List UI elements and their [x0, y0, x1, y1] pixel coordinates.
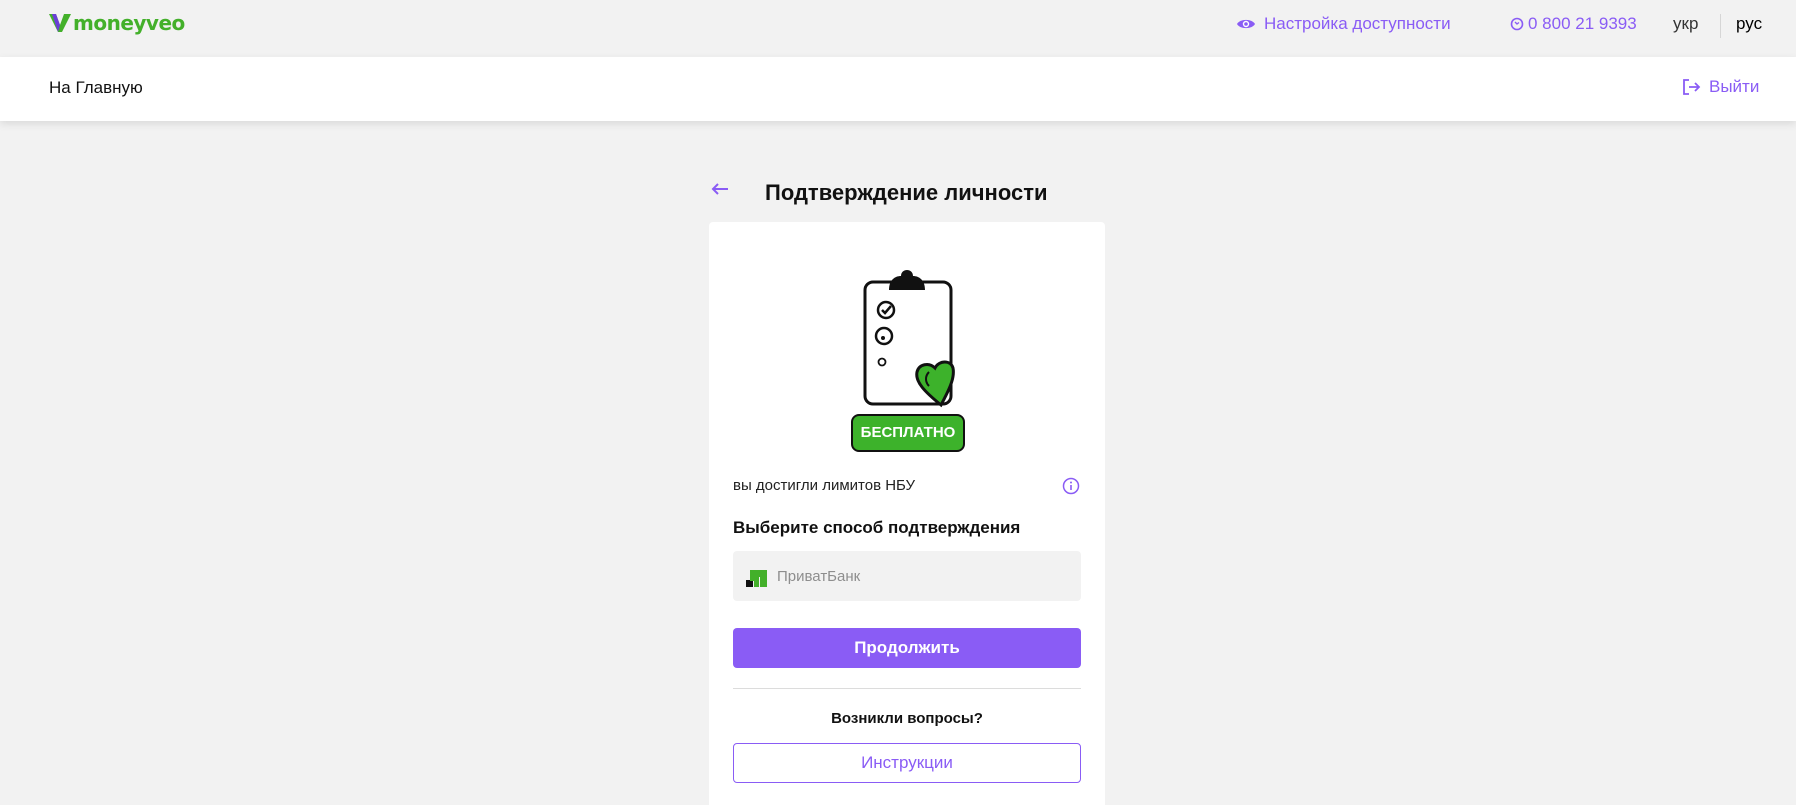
questions-heading: Возникли вопросы? [831, 710, 983, 727]
accessibility-settings-label: Настройка доступности [1264, 14, 1451, 33]
home-link[interactable]: На Главную [49, 78, 143, 98]
back-button[interactable] [710, 182, 730, 201]
top-bar: moneyveo Настройка доступности 0 800 21 … [0, 0, 1796, 57]
lang-ukr-button[interactable]: укр [1673, 14, 1698, 34]
phone-number: 0 800 21 9393 [1528, 14, 1637, 33]
free-badge: БЕСПЛАТНО [851, 414, 965, 452]
info-icon[interactable] [1062, 477, 1080, 500]
bank-name: ПриватБанк [777, 567, 861, 585]
logout-label: Выйти [1709, 77, 1760, 96]
lang-rus-button[interactable]: рус [1736, 14, 1762, 34]
logout-button[interactable]: Выйти [1681, 77, 1759, 97]
privatbank-logo-icon [746, 569, 767, 587]
phone-link[interactable]: 0 800 21 9393 [1510, 14, 1637, 34]
instructions-button[interactable]: Инструкции [733, 743, 1081, 783]
divider [733, 688, 1081, 689]
choose-method-title: Выберите способ подтверждения [733, 518, 1021, 537]
bank-option-privatbank[interactable]: ПриватБанк [733, 551, 1081, 601]
logo-text: moneyveo [73, 11, 185, 35]
logo-mark-icon [49, 14, 71, 32]
phone-icon [1510, 17, 1524, 31]
limit-message: вы достигли лимитов НБУ [733, 477, 916, 494]
page-title: Подтверждение личности [765, 180, 1048, 205]
accessibility-settings-link[interactable]: Настройка доступности [1236, 14, 1451, 34]
verification-card: БЕСПЛАТНО вы достигли лимитов НБУ Выбери… [709, 222, 1105, 805]
clipboard-icon [863, 270, 955, 408]
continue-button[interactable]: Продолжить [733, 628, 1081, 668]
nav-bar: На Главную Выйти [0, 57, 1796, 121]
lang-divider [1720, 14, 1721, 38]
clipboard-heart-illustration [845, 260, 965, 415]
eye-icon [1237, 19, 1255, 29]
logout-icon [1683, 79, 1701, 95]
arrow-left-icon [711, 183, 728, 195]
moneyveo-logo[interactable]: moneyveo [49, 11, 185, 35]
